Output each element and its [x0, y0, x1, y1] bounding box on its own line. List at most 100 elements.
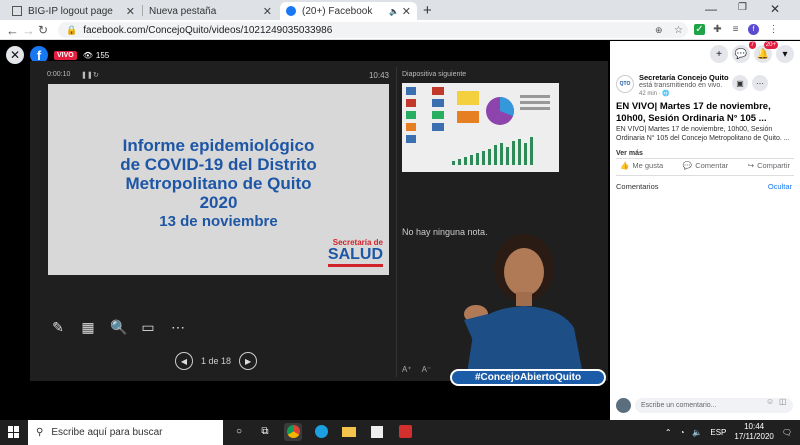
like-button[interactable]: 👍 Me gusta	[620, 161, 663, 170]
bookmark-star-icon[interactable]: ☆	[674, 25, 683, 36]
page-name[interactable]: Secretaría Concejo Quito	[639, 73, 729, 82]
minimize-button[interactable]: —	[705, 2, 717, 16]
extensions-puzzle-icon[interactable]: ✚	[712, 24, 723, 35]
share-icon: ↪	[747, 161, 755, 170]
comment-composer: Escribe un comentario... ☺ ◫	[616, 397, 794, 414]
elapsed-timer: 0:00:10	[47, 71, 71, 78]
slide-pager: ◀ 1 de 18 ▶	[175, 352, 258, 370]
zoom-icon[interactable]: ⊕	[655, 25, 663, 36]
close-video-button[interactable]: ✕	[6, 46, 24, 64]
current-slide: Informe epidemiológico de COVID-19 del D…	[48, 84, 389, 275]
comments-header: Comentarios	[616, 182, 659, 191]
slide-title: Informe epidemiológico de COVID-19 del D…	[48, 136, 389, 231]
see-more-link[interactable]: Ver más	[616, 150, 643, 157]
page-avatar[interactable]: QTO	[616, 75, 634, 93]
page-status: está transmitiendo en vivo.	[639, 82, 723, 89]
comment-icon: 💬	[682, 161, 693, 170]
address-toolbar: ← → ↻ 🔒 facebook.com/ConcejoQuito/videos…	[0, 20, 800, 40]
next-slide-label: Diapositiva siguiente	[402, 71, 467, 78]
comment-button[interactable]: 💬 Comentar	[683, 161, 728, 170]
post-description: EN VIVO| Martes 17 de noviembre, 10h00, …	[616, 126, 790, 142]
presenter-clock: 10:43	[368, 71, 389, 80]
panel-top-actions: + 💬 7 🔔 20+ ▾	[710, 41, 794, 63]
taskbar-search[interactable]: ⚲ Escribe aquí para buscar	[28, 420, 223, 445]
taskbar-clock[interactable]: 10:44 17/11/2020	[734, 422, 773, 442]
zoom-icon: 🔍	[110, 319, 128, 335]
messenger-icon[interactable]: 💬 7	[732, 41, 756, 63]
notes-font-tools: A⁺ A⁻	[402, 365, 431, 374]
user-avatar	[616, 398, 631, 413]
back-button[interactable]: ←	[6, 23, 19, 38]
lock-icon: 🔒	[66, 24, 78, 35]
tab-bigip[interactable]: BIG-IP logout page ✕	[6, 2, 141, 20]
new-tab-button[interactable]: +	[423, 2, 432, 19]
facebook-icon	[286, 6, 296, 16]
account-menu-icon[interactable]: ▾	[776, 45, 794, 63]
thumbs-up-icon: 👍	[620, 161, 630, 170]
tab-title: BIG-IP logout page	[28, 5, 113, 17]
url-bar[interactable]: 🔒 facebook.com/ConcejoQuito/videos/10212…	[58, 22, 688, 38]
edge-icon[interactable]	[312, 423, 330, 441]
cortana-icon[interactable]: ○	[230, 423, 248, 441]
share-button[interactable]: ↪ Compartir	[748, 161, 790, 170]
video-side-panel: + 💬 7 🔔 20+ ▾ QTO Secretaría Concejo Quito…	[610, 41, 800, 420]
maximize-button[interactable]: ❐	[738, 2, 747, 13]
pen-icon: ✎	[52, 319, 64, 335]
acrobat-icon[interactable]	[396, 423, 414, 441]
browser-menu-icon[interactable]: ⋮	[768, 24, 779, 35]
chevron-up-icon[interactable]: ⌃	[665, 428, 672, 437]
next-slide-icon: ▶	[239, 352, 258, 370]
forward-button[interactable]: →	[22, 23, 35, 38]
page-icon	[12, 6, 22, 16]
network-icon[interactable]: ◔	[680, 428, 685, 437]
slides-grid-icon: ▦	[81, 319, 95, 335]
more-options-icon: ⋯	[171, 319, 185, 335]
viewer-count: 👁 155	[82, 50, 110, 60]
task-view-icon[interactable]: ⧉	[256, 423, 274, 441]
volume-icon[interactable]: 🔈	[692, 428, 702, 437]
font-decrease-icon: A⁻	[421, 365, 432, 374]
hide-comments-link[interactable]: Ocultar	[768, 182, 792, 191]
pause-icon: ❚❚	[81, 72, 93, 79]
salud-logo: Secretaría de SALUD	[327, 238, 383, 267]
url-text: facebook.com/ConcejoQuito/videos/1021249…	[83, 24, 333, 36]
more-options-icon[interactable]: ⋯	[752, 75, 768, 91]
speaker-icon[interactable]: 🔈	[389, 7, 399, 16]
tab-title: Nueva pestaña	[149, 5, 217, 17]
post-title: EN VIVO| Martes 17 de noviembre, 10h00, …	[616, 101, 771, 124]
notification-center-icon[interactable]: 🗨	[782, 428, 792, 437]
file-explorer-icon[interactable]	[340, 423, 358, 441]
language-indicator[interactable]: ESP	[710, 428, 726, 437]
profile-avatar[interactable]: f	[748, 24, 759, 35]
windows-start-icon[interactable]	[8, 426, 20, 438]
browser-tab-bar: BIG-IP logout page ✕ Nueva pestaña ✕ (20…	[0, 0, 800, 20]
reset-icon: ↻	[93, 72, 99, 79]
store-icon[interactable]	[368, 423, 386, 441]
emoji-icon[interactable]: ☺	[766, 397, 774, 406]
media-control-icon[interactable]: ≡	[730, 24, 741, 35]
page-header: QTO Secretaría Concejo Quito está transm…	[616, 73, 796, 97]
window-close-button[interactable]: ✕	[770, 2, 780, 16]
create-button[interactable]: +	[710, 45, 728, 63]
save-video-icon[interactable]: ▣	[732, 75, 748, 91]
tab-nueva[interactable]: Nueva pestaña ✕	[143, 2, 278, 20]
notifications-bell-icon[interactable]: 🔔 20+	[754, 41, 778, 63]
hashtag-banner: #ConcejoAbiertoQuito	[450, 369, 606, 386]
reload-button[interactable]: ↻	[38, 23, 48, 37]
sticker-icon[interactable]: ◫	[779, 397, 787, 406]
system-tray: ⌃ ◔ 🔈 ESP 10:44 17/11/2020 🗨	[665, 422, 792, 442]
next-slide-thumbnail	[402, 83, 559, 172]
windows-taskbar: ⚲ Escribe aquí para buscar ○ ⧉ ⌃ ◔ 🔈 ESP…	[0, 420, 800, 445]
chrome-icon[interactable]	[284, 423, 302, 441]
screen-icon: ▭	[141, 319, 155, 335]
sign-language-interpreter	[446, 230, 606, 380]
tab-facebook[interactable]: (20+) Facebook 🔈 ✕	[280, 2, 417, 20]
presenter-tools: ✎ ▦ 🔍 ▭ ⋯	[50, 319, 186, 335]
close-icon[interactable]: ✕	[126, 5, 135, 18]
slide-date: 13 de noviembre	[159, 213, 278, 230]
extension-check-icon[interactable]: ✓	[694, 24, 705, 35]
font-increase-icon: A⁺	[402, 365, 412, 374]
globe-icon: 🌐	[662, 91, 670, 97]
close-icon[interactable]: ✕	[263, 5, 272, 18]
close-icon[interactable]: ✕	[402, 5, 411, 18]
